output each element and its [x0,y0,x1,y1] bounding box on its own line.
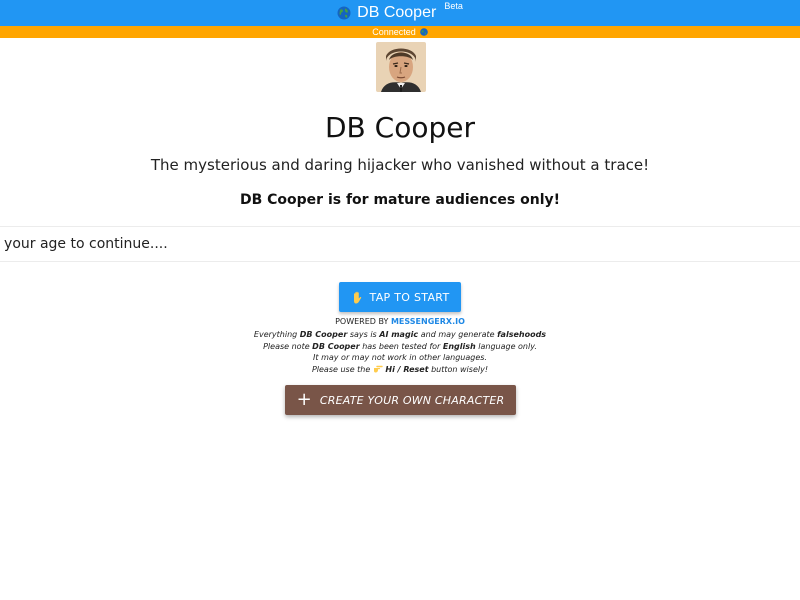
note-text: Please note [263,341,310,351]
note-text: has been tested for [362,341,441,351]
mature-warning: DB Cooper is for mature audiences only! [239,192,561,208]
note-text: button wisely! [431,364,489,374]
raised-hand-icon [353,291,361,303]
globe-icon [419,28,428,36]
character-avatar [376,42,426,92]
powered-by: POWERED BY MESSENGERX.IO [0,317,800,326]
note-ai-magic: AI magic [379,330,419,339]
age-input-row [0,226,800,262]
note-reset-button-ref: Hi / Reset [385,364,429,374]
note-language: English [442,341,476,351]
age-input[interactable] [0,227,800,261]
portrait-avatar [376,42,426,92]
plus-icon: + [296,389,312,410]
app-brand: DB Cooper Beta [337,1,463,21]
character-tagline: The mysterious and daring hijacker who v… [150,156,650,174]
app-header: DB Cooper Beta [0,0,800,26]
character-name: DB Cooper [325,111,475,144]
note-falsehoods: falsehoods [497,330,547,339]
globe-icon [337,6,351,20]
beta-badge: Beta [444,1,463,11]
note-text: says is [349,330,377,339]
note-text: and may generate [420,330,495,339]
note-character-name: DB Cooper [299,330,348,339]
disclaimer-line: Please note DB Cooper has been tested fo… [0,341,800,353]
powered-by-prefix: POWERED BY [335,317,389,326]
connection-status-bar: Connected [0,26,800,38]
pointing-hand-icon [373,365,383,372]
note-text: language only. [478,341,537,351]
create-character-button[interactable]: + CREATE YOUR OWN CHARACTER [285,385,516,415]
note-character-name: DB Cooper [312,341,360,351]
note-text: Everything [253,330,298,339]
messengerx-link[interactable]: MESSENGERX.IO [391,317,465,326]
connection-status-text: Connected [372,27,416,37]
tap-to-start-button[interactable]: TAP TO START [339,282,461,312]
note-text: Please use the [311,364,371,374]
disclaimer-line: It may or may not work in other language… [313,353,487,362]
disclaimer-line: Everything DB Cooper says is AI magic an… [0,329,800,341]
create-character-label: CREATE YOUR OWN CHARACTER [319,393,505,407]
disclaimer-line: Please use the Hi / Reset button wisely! [0,364,800,376]
tap-to-start-label: TAP TO START [369,290,450,304]
app-title: DB Cooper [357,4,437,21]
disclaimer-notes: Everything DB Cooper says is AI magic an… [0,329,800,375]
